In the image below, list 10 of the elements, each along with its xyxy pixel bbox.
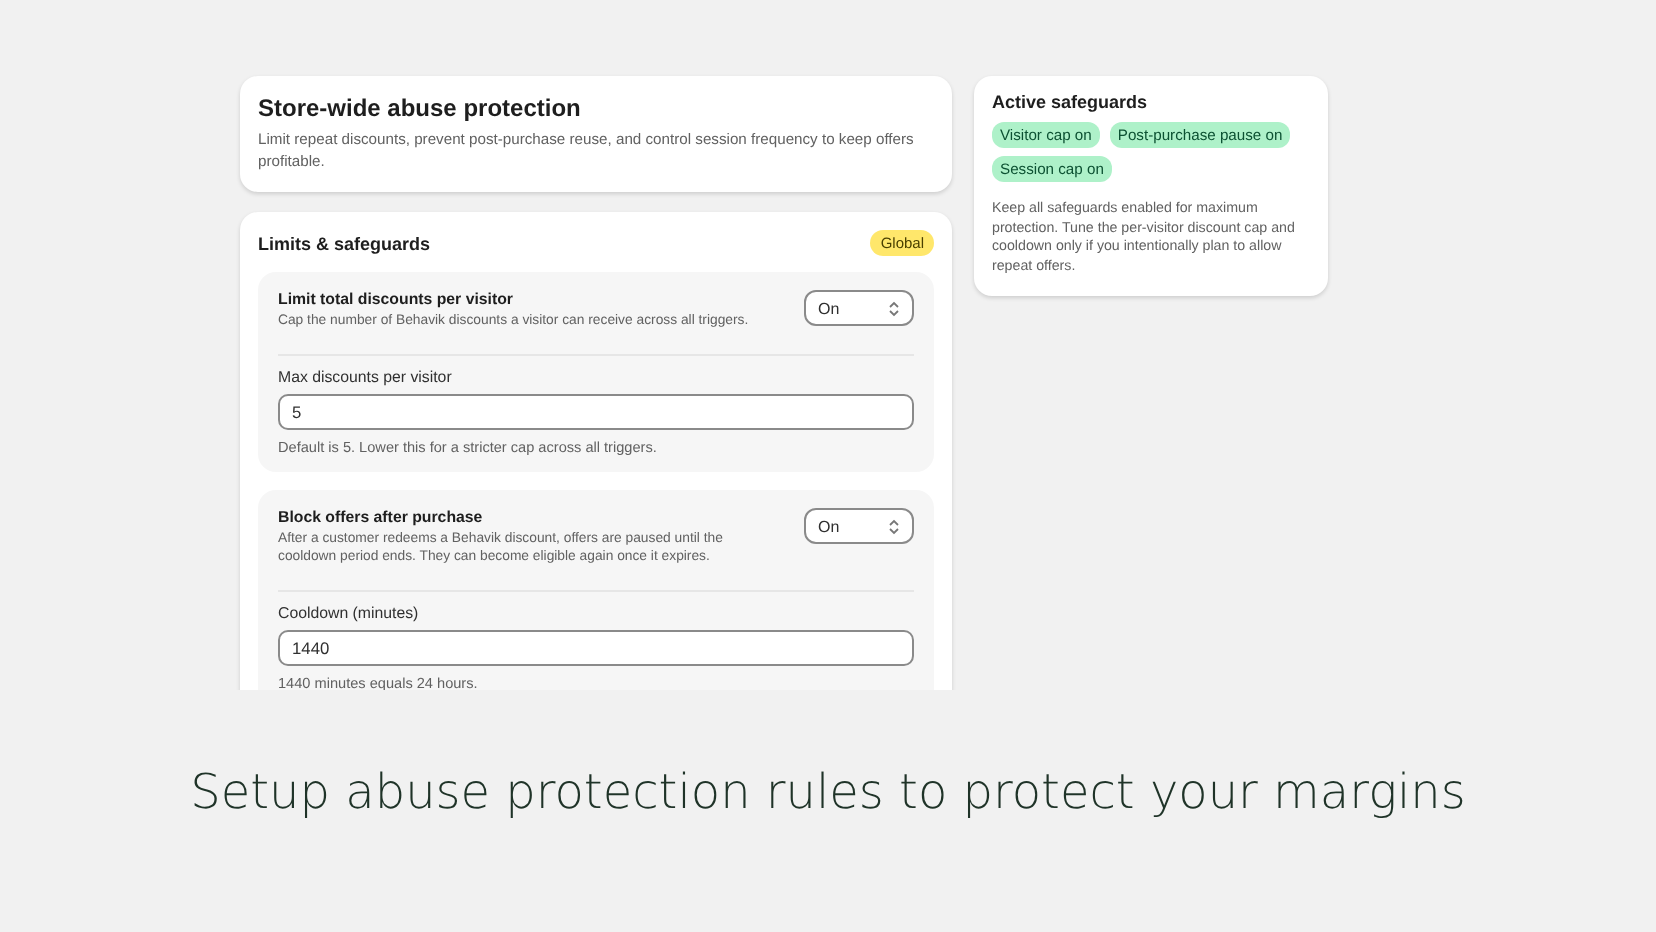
input-field[interactable]: 5 <box>278 394 914 430</box>
input-field[interactable]: 1440 <box>278 630 914 666</box>
chevron-updown-icon <box>888 299 900 317</box>
card-title: Active safeguards <box>992 92 1150 112</box>
toggle-select[interactable]: On <box>804 290 914 326</box>
page-title: Store-wide abuse protection <box>258 94 583 122</box>
chevron-updown-icon <box>888 517 900 535</box>
toggle-select[interactable]: On <box>804 508 914 544</box>
caption-text: Setup abuse protection rules to protect your margins <box>188 761 1468 823</box>
card-title: Limits & safeguards <box>258 233 431 253</box>
